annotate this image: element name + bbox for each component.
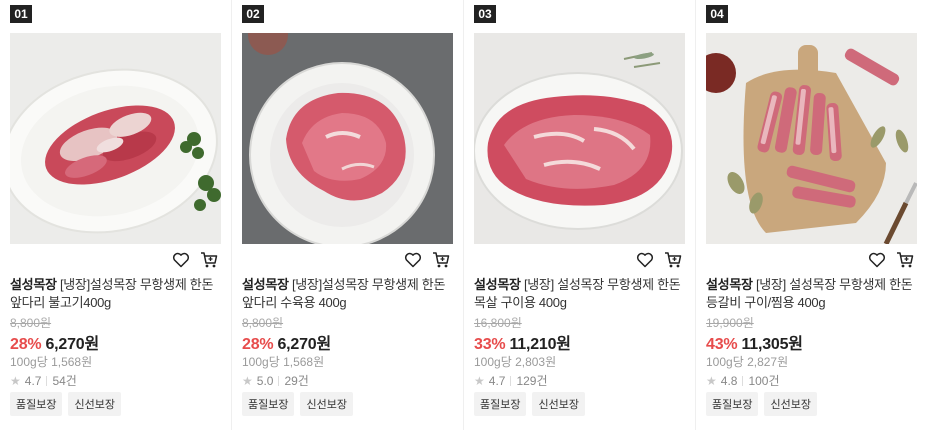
- discount-rate: 28%: [10, 336, 42, 353]
- product-image-suyuk: [242, 33, 453, 244]
- rank-badge: 03: [474, 5, 496, 23]
- rank-badge: 04: [706, 5, 728, 23]
- original-price: 8,800원: [10, 316, 52, 330]
- review-count: 100건: [748, 374, 780, 388]
- heart-icon[interactable]: [868, 251, 886, 269]
- product-card[interactable]: 03 설성목장 [냉장] 설성목장 무항생제 한돈 목살 구이용 400g 16…: [464, 0, 690, 430]
- rating: 5.0: [256, 373, 274, 388]
- tag-list: 품질보장 신선보장: [242, 392, 353, 416]
- review-count: 129건: [516, 374, 548, 388]
- cart-icon[interactable]: [432, 251, 450, 269]
- price-line: 43% 11,305원: [706, 330, 803, 354]
- tag-quality: 품질보장: [474, 392, 527, 416]
- product-image-ribs: [706, 33, 917, 244]
- price-line: 28% 6,270원: [10, 330, 99, 354]
- product-name[interactable]: 설성목장 [냉장]설성목장 무항생제 한돈 앞다리 불고기400g: [10, 276, 222, 312]
- divider: [278, 375, 280, 386]
- star-icon: ★: [706, 373, 717, 388]
- product-image[interactable]: [474, 33, 685, 244]
- product-image-neck: [474, 33, 685, 244]
- tag-quality: 품질보장: [10, 392, 63, 416]
- product-image[interactable]: [706, 33, 917, 244]
- rating: 4.7: [24, 373, 42, 388]
- review-count: 29건: [284, 374, 309, 388]
- product-image[interactable]: [242, 33, 453, 244]
- sale-price: 6,270원: [45, 336, 99, 353]
- review-summary: ★ 4.7 129건: [474, 372, 548, 389]
- tag-fresh: 신선보장: [764, 392, 817, 416]
- cart-icon[interactable]: [200, 251, 218, 269]
- price-line: 33% 11,210원: [474, 330, 571, 354]
- star-icon: ★: [474, 373, 485, 388]
- divider: [510, 375, 512, 386]
- product-name[interactable]: 설성목장 [냉장] 설성목장 무항생제 한돈 목살 구이용 400g: [474, 276, 686, 312]
- tag-quality: 품질보장: [706, 392, 759, 416]
- review-summary: ★ 5.0 29건: [242, 372, 309, 389]
- product-card[interactable]: 01 설성목장 [냉장]설성목장 무항생제 한돈 앞다리 불고기400g 8,8…: [0, 0, 226, 430]
- sale-price: 11,210원: [509, 336, 571, 353]
- unit-price: 100g당 1,568원: [242, 355, 325, 369]
- discount-rate: 43%: [706, 336, 738, 353]
- tag-fresh: 신선보장: [300, 392, 353, 416]
- star-icon: ★: [10, 373, 21, 388]
- product-name[interactable]: 설성목장 [냉장]설성목장 무항생제 한돈 앞다리 수육용 400g: [242, 276, 454, 312]
- tag-list: 품질보장 신선보장: [706, 392, 817, 416]
- rank-badge: 01: [10, 5, 32, 23]
- sale-price: 6,270원: [277, 336, 331, 353]
- review-summary: ★ 4.7 54건: [10, 372, 77, 389]
- heart-icon[interactable]: [404, 251, 422, 269]
- rating: 4.8: [720, 373, 738, 388]
- unit-price: 100g당 2,827원: [706, 355, 789, 369]
- star-icon: ★: [242, 373, 253, 388]
- rating: 4.7: [488, 373, 506, 388]
- product-image[interactable]: [10, 33, 221, 244]
- rank-badge: 02: [242, 5, 264, 23]
- brand-name: 설성목장: [474, 277, 521, 292]
- cart-icon[interactable]: [896, 251, 914, 269]
- review-summary: ★ 4.8 100건: [706, 372, 780, 389]
- review-count: 54건: [52, 374, 77, 388]
- product-image-bulgogi: [10, 33, 221, 244]
- product-name[interactable]: 설성목장 [냉장] 설성목장 무항생제 한돈 등갈비 구이/찜용 400g: [706, 276, 918, 312]
- product-card[interactable]: 02 설성목장 [냉장]설성목장 무항생제 한돈 앞다리 수육용 400g 8,…: [232, 0, 458, 430]
- heart-icon[interactable]: [636, 251, 654, 269]
- divider: [742, 375, 744, 386]
- tag-list: 품질보장 신선보장: [10, 392, 121, 416]
- discount-rate: 33%: [474, 336, 506, 353]
- original-price: 8,800원: [242, 316, 284, 330]
- tag-fresh: 신선보장: [532, 392, 585, 416]
- unit-price: 100g당 1,568원: [10, 355, 93, 369]
- heart-icon[interactable]: [172, 251, 190, 269]
- discount-rate: 28%: [242, 336, 274, 353]
- brand-name: 설성목장: [706, 277, 753, 292]
- tag-quality: 품질보장: [242, 392, 295, 416]
- tag-list: 품질보장 신선보장: [474, 392, 585, 416]
- brand-name: 설성목장: [10, 277, 57, 292]
- tag-fresh: 신선보장: [68, 392, 121, 416]
- sale-price: 11,305원: [741, 336, 803, 353]
- original-price: 16,800원: [474, 316, 522, 330]
- cart-icon[interactable]: [664, 251, 682, 269]
- product-card[interactable]: 04 설성목장 [냉장] 설성목장 무항생제 한돈 등갈비 구이/찜용 400g…: [696, 0, 922, 430]
- original-price: 19,900원: [706, 316, 754, 330]
- unit-price: 100g당 2,803원: [474, 355, 557, 369]
- divider: [46, 375, 48, 386]
- brand-name: 설성목장: [242, 277, 289, 292]
- price-line: 28% 6,270원: [242, 330, 331, 354]
